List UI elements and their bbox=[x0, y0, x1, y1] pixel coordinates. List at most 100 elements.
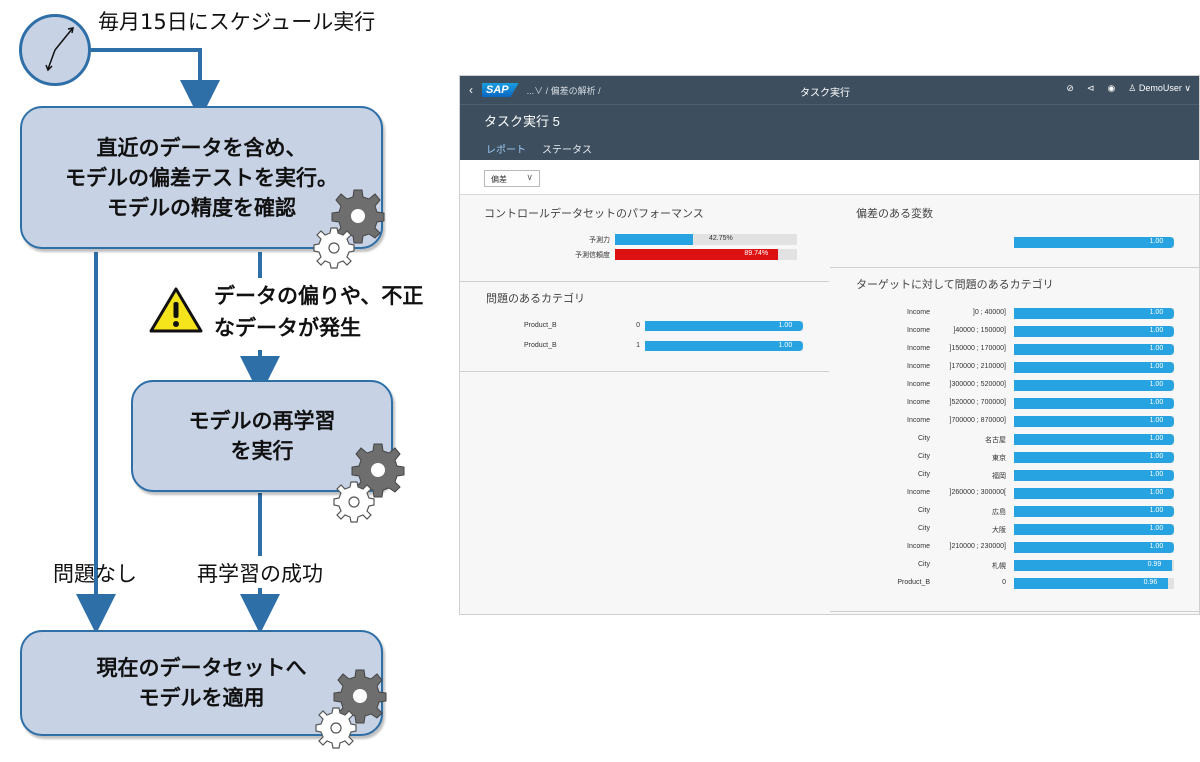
variable-label: Income bbox=[907, 543, 930, 550]
help-icon[interactable]: ⊘ bbox=[1066, 83, 1074, 94]
performance-title: コントロールデータセットのパフォーマンス bbox=[484, 208, 704, 220]
shell-actions: ⊘ ⊲ ◉ ♙ DemoUser ∨ bbox=[1066, 83, 1191, 94]
variable-label: Income bbox=[907, 309, 930, 316]
user-menu[interactable]: ♙ DemoUser ∨ bbox=[1128, 83, 1191, 94]
retrain-success-label: 再学習の成功 bbox=[197, 562, 323, 586]
performance-label: 予測力 bbox=[589, 237, 610, 244]
category-label: 名古屋 bbox=[985, 437, 1006, 444]
breadcrumb[interactable]: ...∨ / 偏差の解析 / bbox=[527, 84, 601, 97]
bar-track: 1.00 bbox=[1014, 380, 1174, 391]
performance-card: コントロールデータセットのパフォーマンス 予測力 42.75% 予測信頼度 89.74… bbox=[460, 197, 829, 283]
bar-value: 1.00 bbox=[1149, 471, 1164, 478]
notifications-icon[interactable]: ⊲ bbox=[1087, 83, 1095, 94]
bar-value: 0.99 bbox=[1147, 561, 1162, 568]
variable-label: Income bbox=[907, 381, 930, 388]
deviating-vars-title: 偏差のある変数 bbox=[856, 208, 933, 220]
back-icon[interactable]: ‹ bbox=[460, 83, 482, 97]
category-label: ]300000 ; 520000] bbox=[949, 381, 1006, 388]
category-label: ]170000 ; 210000] bbox=[949, 363, 1006, 370]
category-label: 札幌 bbox=[992, 563, 1006, 570]
tab-status[interactable]: ステータス bbox=[542, 141, 592, 162]
bar-track: 1.00 bbox=[645, 341, 803, 351]
variable-label: Income bbox=[907, 417, 930, 424]
bar-track: 1.00 bbox=[1014, 524, 1174, 535]
no-issue-label: 問題なし bbox=[53, 562, 137, 586]
bar-value: 1.00 bbox=[1149, 327, 1164, 334]
tab-bar: レポート ステータス bbox=[486, 141, 592, 162]
gears-icon bbox=[326, 438, 408, 534]
warning-icon bbox=[148, 286, 204, 338]
bar-track: 0.99 bbox=[1014, 560, 1174, 571]
problem-categories-card: 問題のあるカテゴリ Product_B 0 1.00 Product_B 1 1.00 bbox=[460, 282, 829, 372]
bar-track: 1.00 bbox=[645, 321, 803, 331]
bar-value: 1.00 bbox=[1149, 238, 1164, 245]
variable-label: Income bbox=[907, 363, 930, 370]
apply-model-text: 現在のデータセットへ モデルを適用 bbox=[96, 656, 307, 710]
category-label: 大阪 bbox=[992, 527, 1006, 534]
variable-label: Product_B bbox=[524, 322, 557, 329]
performance-label: 予測信頼度 bbox=[575, 252, 610, 259]
bar bbox=[615, 234, 693, 245]
category-label: ]520000 ; 700000] bbox=[949, 399, 1006, 406]
sap-screenshot: ‹ SAP ...∨ / 偏差の解析 / タスク実行 ⊘ ⊲ ◉ ♙ DemoU… bbox=[459, 75, 1200, 615]
chevron-down-icon: ∨ bbox=[526, 172, 533, 182]
bar-track: 1.00 bbox=[1014, 344, 1174, 355]
bar-track: 1.00 bbox=[1014, 542, 1174, 553]
bar-track: 1.00 bbox=[1014, 416, 1174, 427]
filter-bar: 偏差 ∨ bbox=[460, 160, 1199, 195]
sap-logo[interactable]: SAP bbox=[482, 83, 519, 97]
bar-value: 1.00 bbox=[1149, 345, 1164, 352]
tab-report[interactable]: レポート bbox=[486, 141, 526, 162]
deviation-test-text: 直近のデータを含め、 モデルの偏差テストを実行。 モデルの精度を確認 bbox=[65, 135, 338, 220]
bar-value: 1.00 bbox=[1149, 489, 1164, 496]
bar-track: 1.00 bbox=[1014, 362, 1174, 373]
view-select[interactable]: 偏差 ∨ bbox=[484, 170, 540, 187]
variable-label: City bbox=[917, 471, 930, 478]
category-label: 東京 bbox=[992, 455, 1006, 462]
bar-value: 1.00 bbox=[1149, 381, 1164, 388]
category-label: ]150000 ; 170000] bbox=[949, 345, 1006, 352]
category-label: ]700000 ; 870000] bbox=[949, 417, 1006, 424]
category-label: ]260000 ; 300000[ bbox=[949, 489, 1006, 496]
bar-track: 1.00 bbox=[1014, 237, 1174, 248]
category-label: 1 bbox=[636, 342, 640, 349]
category-label: 福岡 bbox=[992, 473, 1006, 480]
variable-label: Income bbox=[907, 327, 930, 334]
divider bbox=[830, 611, 1199, 612]
schedule-connector bbox=[91, 48, 220, 120]
variable-label: Income bbox=[907, 345, 930, 352]
bar-value: 1.00 bbox=[778, 341, 793, 349]
bar-value: 1.00 bbox=[1149, 507, 1164, 514]
bar-track: 1.00 bbox=[1014, 326, 1174, 337]
category-label: 0 bbox=[636, 322, 640, 329]
bar-value: 1.00 bbox=[1149, 417, 1164, 424]
bar-track: 1.00 bbox=[1014, 452, 1174, 463]
shell-bar: ‹ SAP ...∨ / 偏差の解析 / タスク実行 ⊘ ⊲ ◉ ♙ DemoU… bbox=[460, 76, 1199, 104]
bar-value: 89.74% bbox=[744, 250, 769, 257]
object-header: タスク実行 5 レポート ステータス bbox=[460, 104, 1199, 162]
bar-track: 1.00 bbox=[1014, 470, 1174, 481]
category-label: ]0 ; 40000] bbox=[972, 309, 1006, 316]
chevron-down-icon: ∨ bbox=[1184, 83, 1191, 93]
warning-text: データの偏りや、不正 なデータが発生 bbox=[214, 284, 424, 340]
variable-label: City bbox=[917, 561, 930, 568]
bar-value: 0.96 bbox=[1143, 579, 1158, 586]
bar-value: 1.00 bbox=[1149, 453, 1164, 460]
variable-label: City bbox=[917, 507, 930, 514]
gears-icon bbox=[306, 184, 388, 280]
bar-value: 1.00 bbox=[1149, 363, 1164, 370]
flow-diagram: 毎月15日にスケジュール実行 直近のデータを含め、 モデルの偏差テストを実行。 … bbox=[0, 0, 440, 762]
deviating-vars-card: 偏差のある変数 1.00 bbox=[830, 197, 1199, 267]
bar-track: 1.00 bbox=[1014, 398, 1174, 409]
variable-label: Product_B bbox=[524, 342, 557, 349]
bar-value: 1.00 bbox=[1149, 309, 1164, 316]
bar-track: 1.00 bbox=[1014, 434, 1174, 445]
settings-icon[interactable]: ◉ bbox=[1107, 83, 1115, 94]
app-title: タスク実行 bbox=[800, 88, 850, 99]
target-categories-title: ターゲットに対して問題のあるカテゴリ bbox=[856, 279, 1054, 291]
variable-label: Product_B bbox=[897, 579, 930, 586]
divider bbox=[460, 371, 829, 372]
bar-track: 89.74% bbox=[615, 249, 797, 260]
schedule-label: 毎月15日にスケジュール実行 bbox=[98, 10, 376, 34]
bar-track: 1.00 bbox=[1014, 506, 1174, 517]
